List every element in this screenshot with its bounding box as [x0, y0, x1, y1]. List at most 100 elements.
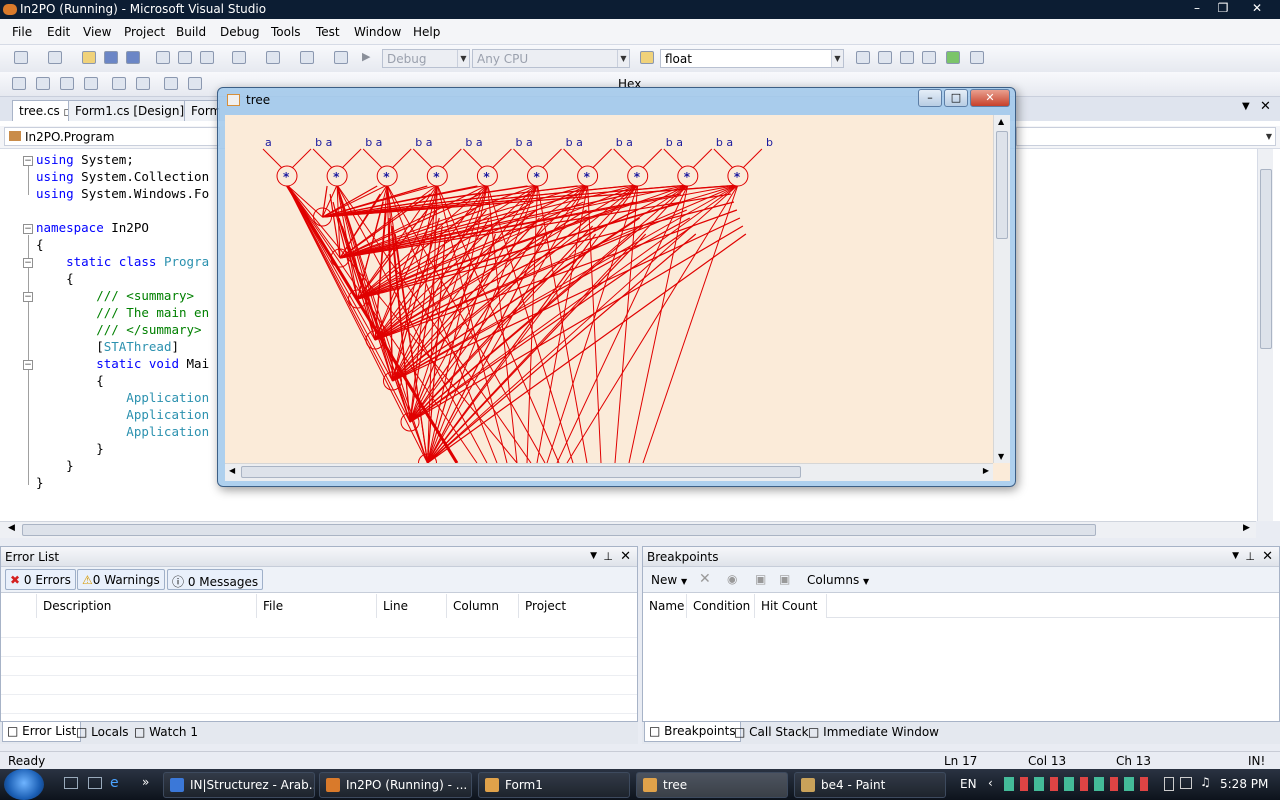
tab-immediate-window[interactable]: □ Immediate Window — [804, 723, 943, 743]
type-combo[interactable]: In2PO.Program — [4, 127, 220, 146]
object-browser-icon[interactable] — [900, 51, 914, 64]
save-icon[interactable] — [104, 51, 118, 64]
column-file[interactable]: File — [257, 594, 377, 618]
collapse-icon[interactable]: − — [23, 156, 33, 166]
column-icon[interactable] — [1, 594, 37, 618]
column-line[interactable]: Line — [377, 594, 447, 618]
properties-icon[interactable] — [878, 51, 892, 64]
tab-form[interactable]: Form — [184, 100, 220, 121]
taskbar-btn-form1[interactable]: Form1 — [478, 772, 630, 798]
tab-breakpoints[interactable]: □ Breakpoints — [644, 722, 741, 742]
scroll-down-icon[interactable]: ▼ — [998, 452, 1004, 461]
toolbox-icon[interactable] — [922, 51, 936, 64]
horizontal-scrollbar[interactable]: ◀ ▶ — [0, 521, 1256, 538]
new-breakpoint-button[interactable]: New ▼ — [651, 573, 687, 587]
window-icon[interactable] — [970, 51, 984, 64]
quick-info-icon[interactable] — [60, 77, 74, 90]
tree-horizontal-scrollbar[interactable]: ◀ ▶ — [225, 463, 993, 481]
network-icon[interactable] — [1180, 777, 1192, 789]
tab-locals[interactable]: □ Locals — [72, 723, 133, 743]
menu-file[interactable]: File — [12, 25, 32, 39]
collapse-icon[interactable]: − — [23, 224, 33, 234]
outdent-icon[interactable] — [112, 77, 126, 90]
column-project[interactable]: Project — [519, 594, 637, 618]
volume-icon[interactable]: ♫ — [1200, 775, 1211, 789]
new-project-icon[interactable] — [14, 51, 28, 64]
member-combo[interactable]: ▼ — [1016, 127, 1276, 146]
scroll-right-icon[interactable]: ▶ — [983, 466, 989, 475]
warnings-filter-button[interactable]: ⚠0 Warnings — [77, 569, 165, 590]
collapse-icon[interactable]: − — [23, 292, 33, 302]
close-tab-icon[interactable]: ✕ — [1260, 99, 1271, 114]
undo-icon[interactable] — [232, 51, 246, 64]
scroll-thumb[interactable] — [241, 466, 801, 478]
battery-icon[interactable] — [1164, 777, 1174, 791]
tab-dropdown-icon[interactable]: ▼ — [1242, 101, 1250, 112]
column-column[interactable]: Column — [447, 594, 519, 618]
start-debugging-icon[interactable]: ▶ — [362, 51, 376, 64]
switch-windows-icon[interactable] — [88, 777, 102, 789]
menu-build[interactable]: Build — [176, 25, 206, 39]
add-item-icon[interactable] — [48, 51, 62, 64]
scroll-right-icon[interactable]: ▶ — [1243, 523, 1250, 533]
open-file-icon[interactable] — [82, 51, 96, 64]
configuration-combo[interactable]: Debug ▼ — [382, 49, 470, 68]
quick-launch-more-icon[interactable]: » — [142, 775, 149, 789]
minimize-button[interactable]: – — [1184, 0, 1210, 17]
platform-combo[interactable]: Any CPU ▼ — [472, 49, 630, 68]
menu-help[interactable]: Help — [413, 25, 440, 39]
navigate-icon[interactable] — [300, 51, 314, 64]
tree-minimize-button[interactable]: – — [918, 89, 942, 107]
scroll-thumb[interactable] — [1260, 169, 1272, 349]
save-all-icon[interactable] — [126, 51, 140, 64]
comment-icon[interactable] — [164, 77, 178, 90]
vertical-scrollbar[interactable] — [1257, 149, 1273, 521]
go-to-disassembly-icon[interactable]: ▣ — [779, 572, 790, 586]
errors-filter-button[interactable]: ✖ 0 Errors — [5, 569, 76, 590]
tree-close-button[interactable]: ✕ — [970, 89, 1010, 107]
start-button[interactable] — [4, 769, 44, 800]
taskbar-btn-tree[interactable]: tree — [636, 772, 788, 798]
collapse-icon[interactable]: − — [23, 258, 33, 268]
tab-watch-1[interactable]: □ Watch 1 — [130, 723, 202, 743]
pin-icon[interactable]: ⊥ — [603, 550, 613, 563]
columns-button[interactable]: Columns ▼ — [807, 573, 869, 587]
copy-icon[interactable] — [178, 51, 192, 64]
close-icon[interactable]: ✕ — [1262, 549, 1273, 564]
menu-edit[interactable]: Edit — [47, 25, 70, 39]
find-in-files-icon[interactable] — [640, 51, 654, 64]
go-to-source-icon[interactable]: ▣ — [755, 572, 766, 586]
cut-icon[interactable] — [156, 51, 170, 64]
paste-icon[interactable] — [200, 51, 214, 64]
close-button[interactable]: ✕ — [1240, 0, 1274, 17]
find-combo[interactable]: float ▼ — [660, 49, 844, 68]
language-indicator[interactable]: EN — [960, 777, 977, 791]
internet-explorer-icon[interactable]: e — [110, 775, 119, 791]
delete-icon[interactable]: ✕ — [699, 571, 711, 587]
messages-filter-button[interactable]: ⓘ 0 Messages — [167, 569, 264, 590]
close-icon[interactable]: ✕ — [620, 549, 631, 564]
menu-debug[interactable]: Debug — [220, 25, 259, 39]
navigate-forward-icon[interactable] — [334, 51, 348, 64]
column-hit-count[interactable]: Hit Count — [755, 594, 827, 618]
tree-canvas[interactable]: ab ab ab ab ab ab ab ab ab a b * * * * * * * * * * … — [225, 115, 1010, 481]
tab-error-list[interactable]: □ Error List — [2, 722, 82, 742]
taskbar-btn-paint[interactable]: be4 - Paint — [794, 772, 946, 798]
disable-all-icon[interactable]: ◉ — [727, 572, 737, 586]
column-description[interactable]: Description — [37, 594, 257, 618]
tray-icons[interactable] — [1004, 777, 1154, 791]
scroll-up-icon[interactable]: ▲ — [998, 117, 1004, 126]
pin-icon[interactable]: ⊥ — [1245, 550, 1255, 563]
menu-project[interactable]: Project — [124, 25, 165, 39]
show-desktop-icon[interactable] — [64, 777, 78, 789]
parameter-info-icon[interactable] — [36, 77, 50, 90]
tab-call-stack[interactable]: □ Call Stack — [730, 723, 813, 743]
dropdown-icon[interactable]: ▼ — [1232, 551, 1239, 561]
menu-test[interactable]: Test — [316, 25, 340, 39]
scroll-thumb[interactable] — [996, 131, 1008, 239]
column-name[interactable]: Name — [643, 594, 687, 618]
tray-expand-icon[interactable]: ‹ — [988, 776, 993, 790]
scroll-thumb[interactable] — [22, 524, 1096, 536]
column-condition[interactable]: Condition — [687, 594, 755, 618]
clock[interactable]: 5:28 PM — [1220, 777, 1268, 791]
